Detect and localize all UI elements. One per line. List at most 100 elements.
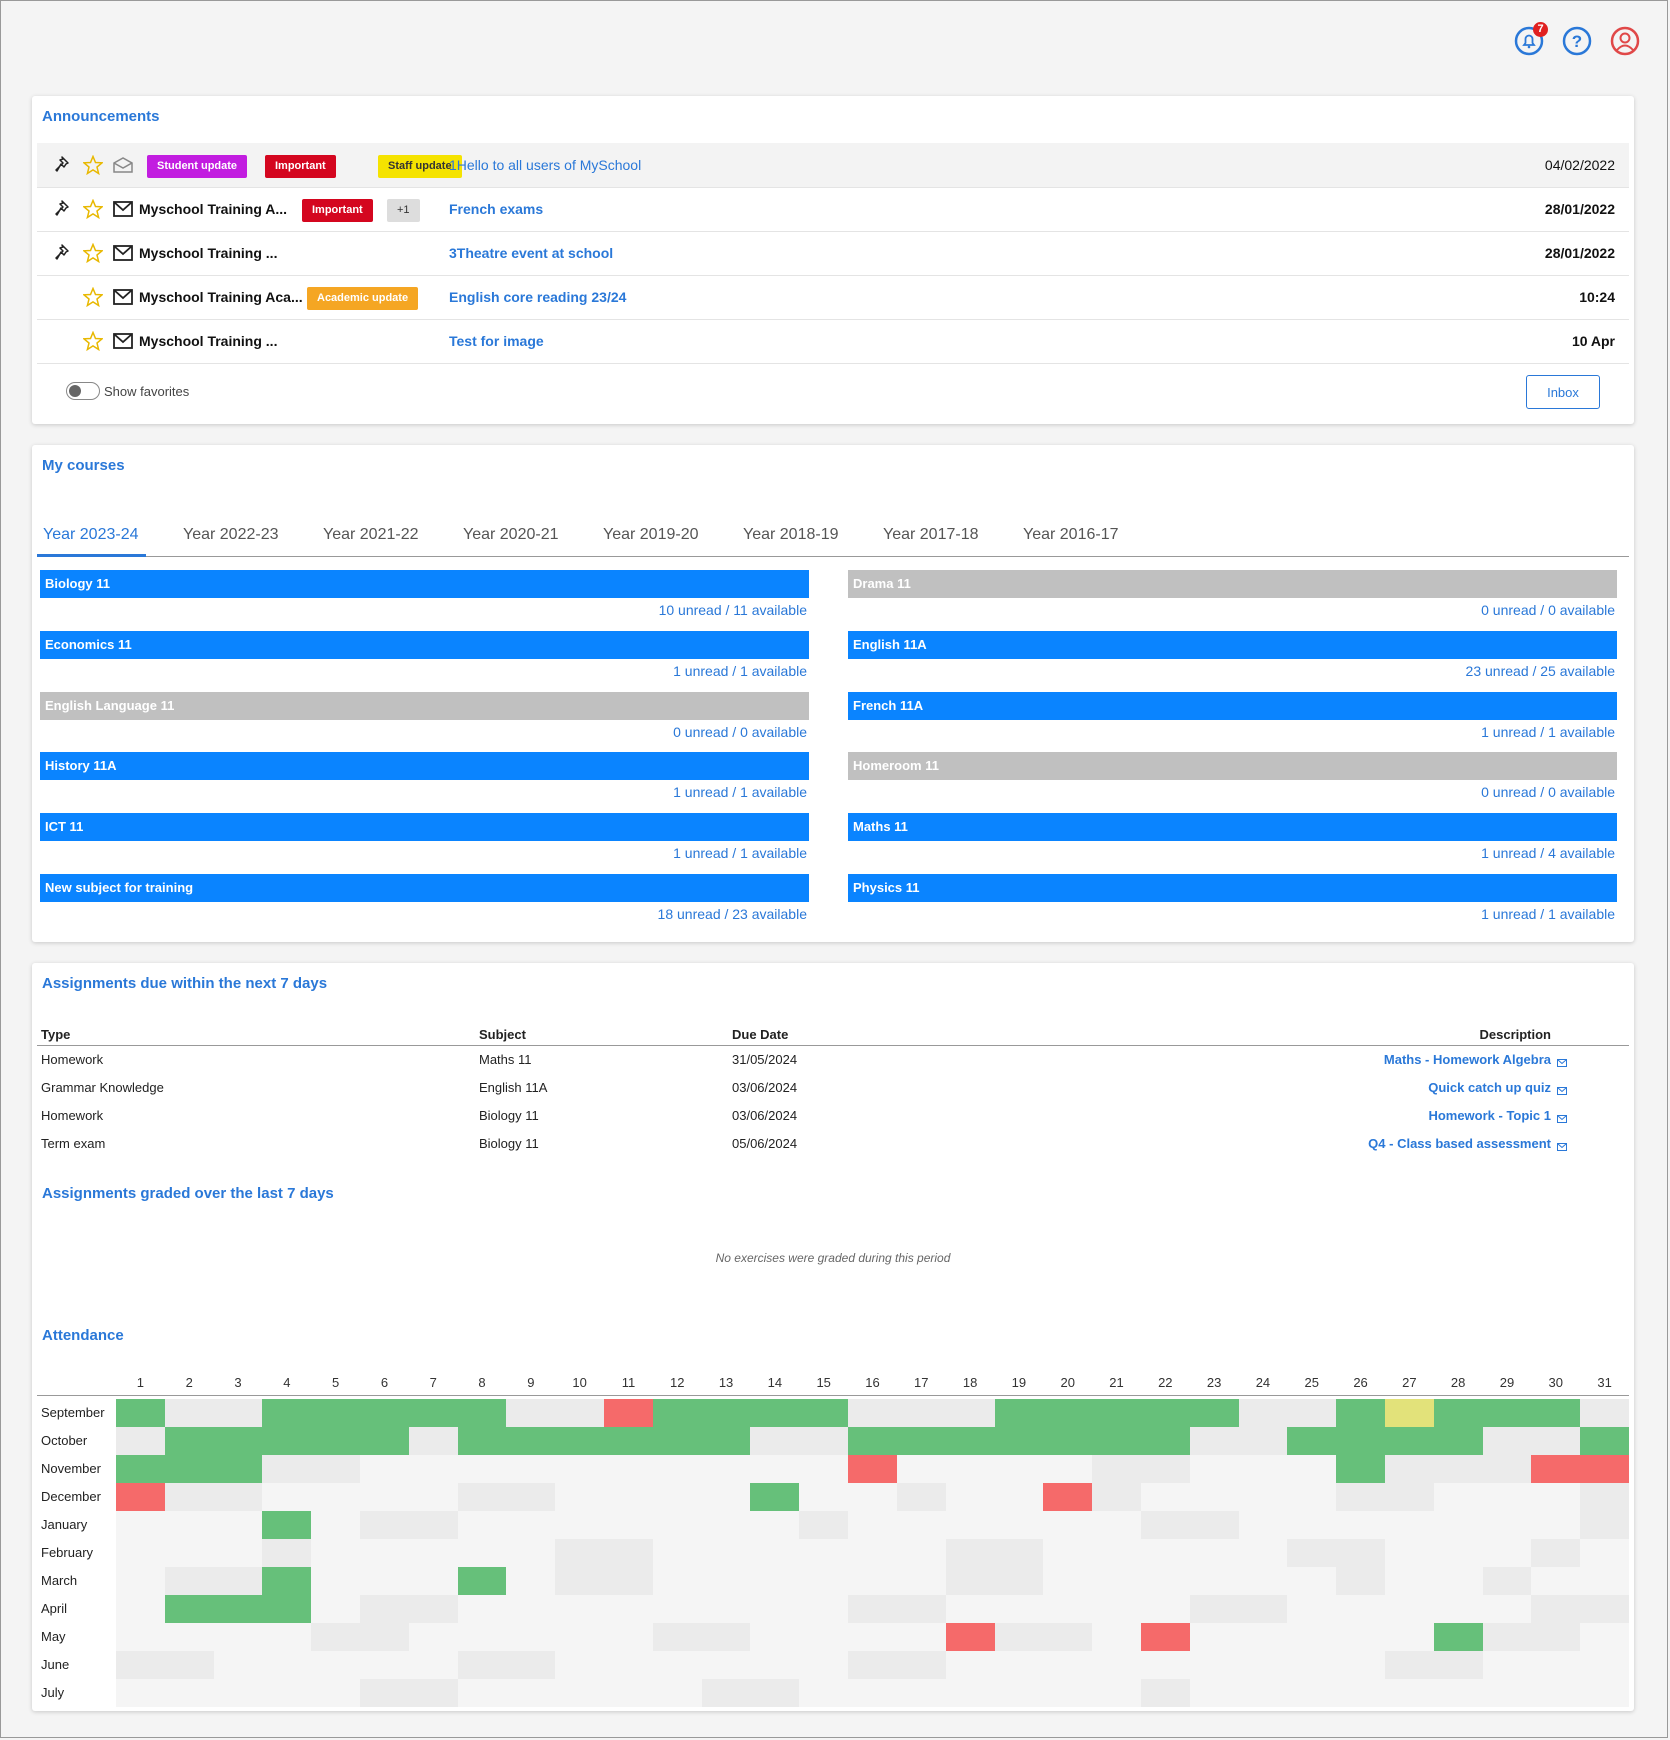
help-icon[interactable]: ?	[1562, 26, 1592, 56]
assignment-description[interactable]: Homework - Topic 1	[1428, 1108, 1551, 1123]
tab-year-2023-24[interactable]: Year 2023-24	[43, 526, 139, 544]
attendance-cell	[555, 1651, 605, 1679]
course-stat[interactable]: 1 unread / 1 available	[673, 784, 807, 800]
course-item[interactable]: New subject for training 18 unread / 23 a…	[40, 874, 809, 934]
tab-year-2020-21[interactable]: Year 2020-21	[463, 526, 559, 544]
assignment-due-date: 03/06/2024	[732, 1080, 798, 1095]
attendance-cell	[1189, 1623, 1240, 1651]
attendance-cell	[604, 1483, 654, 1511]
bell-icon[interactable]: 7	[1514, 22, 1548, 56]
course-item[interactable]: French 11A 1 unread / 1 available	[848, 691, 1617, 752]
pin-icon[interactable]	[55, 155, 73, 173]
attendance-cell	[311, 1595, 361, 1623]
course-stat[interactable]: 10 unread / 11 available	[659, 602, 807, 618]
announcement-subject[interactable]: Test for image	[449, 333, 544, 349]
course-stat[interactable]: 1 unread / 1 available	[673, 845, 807, 861]
attendance-cell	[164, 1679, 215, 1707]
user-icon[interactable]	[1610, 26, 1640, 56]
course-item[interactable]: Biology 11 10 unread / 11 available	[40, 570, 809, 630]
course-stat[interactable]: 0 unread / 0 available	[1481, 602, 1615, 618]
tab-year-2018-19[interactable]: Year 2018-19	[743, 526, 839, 544]
announcement-row[interactable]: Myschool Training Aca... Academic update E…	[37, 275, 1629, 320]
assignment-description[interactable]: Quick catch up quiz	[1428, 1080, 1551, 1095]
announcement-sender: Myschool Training A...	[139, 201, 288, 217]
course-item[interactable]: Drama 11 0 unread / 0 available	[848, 570, 1617, 630]
tab-year-2022-23[interactable]: Year 2022-23	[183, 526, 279, 544]
announcement-row[interactable]: Myschool Training A... Important +1 French …	[37, 187, 1629, 232]
course-stat[interactable]: 23 unread / 25 available	[1466, 663, 1615, 679]
attendance-cell	[1433, 1455, 1484, 1483]
announcement-row[interactable]: Myschool Training ... Test for image 10 Ap…	[37, 319, 1629, 364]
inbox-button[interactable]: Inbox	[1526, 375, 1600, 409]
attendance-cell	[1384, 1651, 1435, 1679]
course-item[interactable]: ICT 11 1 unread / 1 available	[40, 813, 809, 873]
course-item[interactable]: Maths 11 1 unread / 4 available	[848, 813, 1617, 873]
course-stat[interactable]: 0 unread / 0 available	[673, 724, 807, 740]
attendance-cell	[262, 1567, 312, 1595]
course-name[interactable]: Maths 11	[848, 813, 1617, 842]
star-icon[interactable]	[82, 198, 104, 220]
mail-icon[interactable]	[1557, 1111, 1567, 1123]
course-stat[interactable]: 1 unread / 4 available	[1481, 845, 1615, 861]
course-name[interactable]: Biology 11	[40, 570, 809, 598]
course-item[interactable]: English Language 11 0 unread / 0 availabl…	[40, 691, 809, 752]
attendance-cell	[262, 1483, 312, 1511]
course-name[interactable]: ICT 11	[40, 813, 809, 842]
mail-icon[interactable]	[1557, 1139, 1567, 1151]
attendance-cell	[1287, 1427, 1337, 1455]
attendance-cell	[994, 1511, 1044, 1539]
announcement-tag: Academic update	[307, 287, 419, 310]
assignment-description[interactable]: Q4 - Class based assessment	[1368, 1136, 1551, 1151]
attendance-cell	[1043, 1483, 1093, 1511]
attendance-cell	[311, 1455, 361, 1483]
announcement-subject[interactable]: 1Hello to all users of MySchool	[449, 157, 641, 173]
assignment-description[interactable]: Maths - Homework Algebra	[1384, 1052, 1551, 1067]
star-icon[interactable]	[82, 330, 104, 352]
star-icon[interactable]	[82, 242, 104, 264]
tab-year-2019-20[interactable]: Year 2019-20	[603, 526, 699, 544]
course-name[interactable]: Drama 11	[848, 570, 1617, 598]
course-item[interactable]: History 11A 1 unread / 1 available	[40, 752, 809, 812]
course-item[interactable]: Homeroom 11 0 unread / 0 available	[848, 752, 1617, 812]
course-name[interactable]: Homeroom 11	[848, 752, 1617, 781]
attendance-day-label: 20	[1060, 1375, 1075, 1390]
attendance-cell	[1531, 1595, 1581, 1623]
course-name[interactable]: History 11A	[40, 752, 809, 781]
star-icon[interactable]	[82, 286, 104, 308]
mail-icon[interactable]	[1557, 1055, 1567, 1067]
attendance-cell	[701, 1511, 751, 1539]
attendance-cell	[1140, 1651, 1191, 1679]
course-stat[interactable]: 1 unread / 1 available	[1481, 906, 1615, 922]
course-item[interactable]: Economics 11 1 unread / 1 available	[40, 630, 809, 691]
star-icon[interactable]	[82, 154, 104, 176]
course-stat[interactable]: 1 unread / 1 available	[1481, 724, 1615, 740]
announcement-row[interactable]: Student update Important Staff update 1Hell…	[37, 143, 1629, 188]
pin-icon[interactable]	[55, 199, 73, 217]
announcement-subject[interactable]: English core reading 23/24	[449, 289, 626, 305]
mail-icon[interactable]	[1557, 1083, 1567, 1095]
tab-year-2021-22[interactable]: Year 2021-22	[323, 526, 419, 544]
course-name[interactable]: French 11A	[848, 691, 1617, 720]
tab-year-2017-18[interactable]: Year 2017-18	[883, 526, 979, 544]
announcement-row[interactable]: Myschool Training ... 3Theatre event at s…	[37, 231, 1629, 276]
course-name[interactable]: English 11A	[848, 630, 1617, 659]
course-name[interactable]: New subject for training	[40, 874, 809, 902]
course-name[interactable]: Economics 11	[40, 630, 809, 659]
attendance-cell	[896, 1679, 947, 1707]
attendance-cell	[1531, 1427, 1581, 1455]
course-stat[interactable]: 18 unread / 23 available	[658, 906, 807, 922]
attendance-cell	[994, 1399, 1044, 1427]
pin-icon[interactable]	[55, 243, 73, 261]
announcement-subject[interactable]: 3Theatre event at school	[449, 245, 613, 261]
attendance-cell	[1580, 1455, 1630, 1483]
announcement-subject[interactable]: French exams	[449, 201, 543, 217]
course-item[interactable]: Physics 11 1 unread / 1 available	[848, 874, 1617, 934]
attendance-cell	[750, 1455, 800, 1483]
course-stat[interactable]: 0 unread / 0 available	[1481, 784, 1615, 800]
course-name[interactable]: Physics 11	[848, 874, 1617, 902]
tab-year-2016-17[interactable]: Year 2016-17	[1023, 526, 1119, 544]
course-stat[interactable]: 1 unread / 1 available	[673, 663, 807, 679]
course-name[interactable]: English Language 11	[40, 691, 809, 720]
course-item[interactable]: English 11A 23 unread / 25 available	[848, 630, 1617, 691]
show-favorites-toggle[interactable]	[66, 382, 100, 400]
